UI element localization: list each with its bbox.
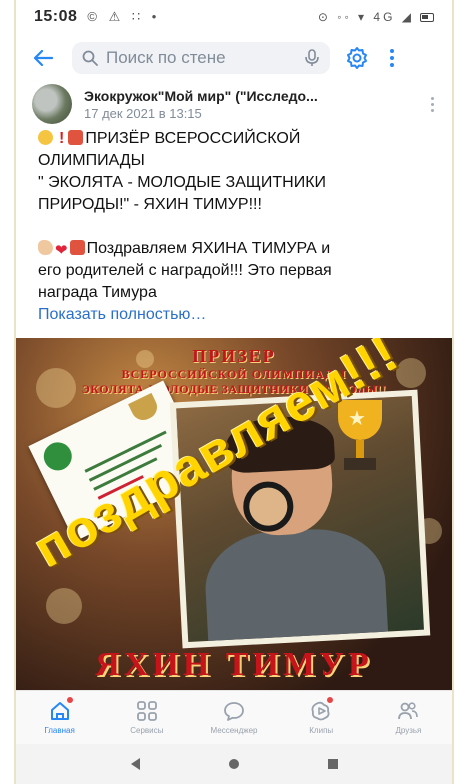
- top-toolbar: Поиск по стене: [16, 36, 452, 80]
- post-date[interactable]: 17 дек 2021 в 13:15: [84, 106, 428, 121]
- search-placeholder: Поиск по стене: [106, 48, 226, 67]
- system-home-icon[interactable]: [228, 759, 239, 769]
- nav-messenger[interactable]: Мессенджер: [190, 691, 277, 744]
- clips-icon: [311, 701, 330, 721]
- post-text: ! ПРИЗЁР ВСЕРОССИЙСКОЙ ОЛИМПИАДЫ " ЭКОЛЯТ…: [38, 128, 438, 326]
- post-header: Экокружок"Мой мир" ("Исследо... 17 дек 2…: [16, 80, 452, 128]
- more-vertical-icon: [430, 96, 434, 100]
- notification-icons: © ⚠ ∷ •: [87, 9, 161, 24]
- post-line-6: его родителей с наградой!!! Это первая: [38, 262, 332, 279]
- system-status-icons: ⊙ ◦◦ ▾ 4G ◢: [318, 10, 434, 24]
- system-recents-icon[interactable]: [327, 759, 338, 769]
- more-dots-icon: [390, 49, 394, 53]
- post-line-2: ОЛИМПИАДЫ: [38, 152, 145, 169]
- microphone-icon[interactable]: [304, 49, 320, 67]
- gift-emoji-icon: [69, 240, 85, 255]
- signal-icons: ⊙ ◦◦ ▾ 4G ◢: [317, 10, 414, 24]
- back-button[interactable]: [26, 41, 60, 75]
- heart-emoji-icon: ❤: [55, 242, 68, 259]
- post-line-1: ! ПРИЗЁР ВСЕРОССИЙСКОЙ: [38, 128, 438, 150]
- post-author[interactable]: Экокружок"Мой мир" ("Исследо...: [84, 88, 428, 104]
- messenger-icon: [224, 702, 244, 721]
- home-icon: [50, 702, 69, 720]
- system-navigation-bar: [16, 744, 452, 784]
- clips-badge: [326, 697, 333, 703]
- status-bar: 15:08 © ⚠ ∷ • ⊙ ◦◦ ▾ 4G ◢: [16, 0, 452, 34]
- cup-logo-icon: [128, 392, 162, 425]
- exclamation-emoji: !: [59, 130, 65, 147]
- smile-emoji-icon: [38, 130, 53, 145]
- nav-clips[interactable]: Клипы: [278, 691, 365, 744]
- post-line-3: " ЭКОЛЯТА - МОЛОДЫЕ ЗАЩИТНИКИ: [38, 174, 327, 191]
- author-block: Экокружок"Мой мир" ("Исследо... 17 дек 2…: [84, 88, 428, 121]
- status-time: 15:08: [34, 8, 78, 25]
- clap-emoji-icon: [38, 240, 53, 255]
- nav-friends[interactable]: Друзья: [365, 691, 452, 744]
- gift-emoji-icon: [68, 130, 84, 145]
- phone-screen: 15:08 © ⚠ ∷ • ⊙ ◦◦ ▾ 4G ◢ Поиск по стене: [14, 0, 454, 784]
- show-more-link[interactable]: Показать полностью…: [38, 304, 438, 326]
- gear-icon: [347, 47, 367, 69]
- services-icon: [136, 701, 157, 721]
- post-line-4: ПРИРОДЫ!" - ЯХИН ТИМУР!!!: [38, 196, 262, 213]
- arrow-left-icon: [33, 49, 53, 67]
- post-line-7: награда Тимура: [38, 284, 157, 301]
- battery-icon: [420, 12, 434, 22]
- author-avatar[interactable]: [32, 84, 72, 124]
- bokeh-light: [46, 588, 82, 624]
- post-image[interactable]: ПРИЗЕР ВСЕРОССИЙСКОЙ ОЛИМПИАДЫ ЭКОЛЯТА-М…: [16, 338, 452, 690]
- search-icon: [82, 50, 98, 66]
- bottom-navigation: Главная Сервисы Мессенджер Клипы Друзья: [16, 690, 452, 744]
- winner-name: ЯХИН ТИМУР: [95, 646, 373, 683]
- post-line-5: ❤ Поздравляем ЯХИНА ТИМУРА и: [38, 238, 438, 260]
- home-badge: [67, 697, 74, 703]
- post-options-button[interactable]: [428, 96, 436, 112]
- more-menu-button[interactable]: [386, 43, 398, 73]
- friends-icon: [398, 702, 419, 720]
- system-back-icon[interactable]: [130, 758, 140, 770]
- settings-button[interactable]: [342, 43, 372, 73]
- nav-home[interactable]: Главная: [16, 691, 103, 744]
- eco-logo-icon: [39, 437, 77, 476]
- post-blank-line: [38, 216, 438, 238]
- nav-services[interactable]: Сервисы: [103, 691, 190, 744]
- wall-search-field[interactable]: Поиск по стене: [72, 42, 330, 74]
